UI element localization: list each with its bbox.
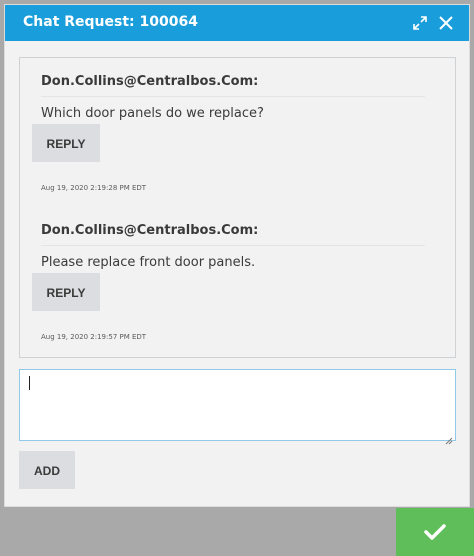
message-list[interactable]: Don.Collins@Centralbos.Com: Which door p… bbox=[19, 57, 456, 358]
divider bbox=[41, 245, 425, 246]
text-caret bbox=[29, 376, 30, 390]
chat-dialog: Chat Request: 100064 Don.Collins@Central… bbox=[4, 4, 470, 507]
message-input[interactable] bbox=[20, 370, 455, 440]
message-timestamp: Aug 19, 2020 2:19:28 PM EDT bbox=[41, 184, 147, 192]
checkmark-icon bbox=[424, 524, 446, 540]
resize-grip-icon[interactable] bbox=[445, 430, 453, 445]
reply-button[interactable]: REPLY bbox=[32, 273, 100, 311]
expand-icon[interactable] bbox=[411, 14, 429, 32]
message-text: Please replace front door panels. bbox=[41, 255, 256, 270]
dialog-header: Chat Request: 100064 bbox=[5, 5, 469, 41]
reply-button[interactable]: REPLY bbox=[32, 124, 100, 162]
dialog-title: Chat Request: 100064 bbox=[23, 14, 198, 30]
message-input-box[interactable] bbox=[19, 369, 456, 445]
confirm-button[interactable] bbox=[396, 508, 474, 556]
close-icon[interactable] bbox=[437, 14, 455, 32]
message-timestamp: Aug 19, 2020 2:19:57 PM EDT bbox=[41, 333, 147, 341]
message-author: Don.Collins@Centralbos.Com: bbox=[41, 74, 259, 89]
message-text: Which door panels do we replace? bbox=[41, 106, 264, 121]
message-author: Don.Collins@Centralbos.Com: bbox=[41, 223, 259, 238]
add-button[interactable]: ADD bbox=[19, 451, 75, 489]
divider bbox=[41, 96, 425, 97]
